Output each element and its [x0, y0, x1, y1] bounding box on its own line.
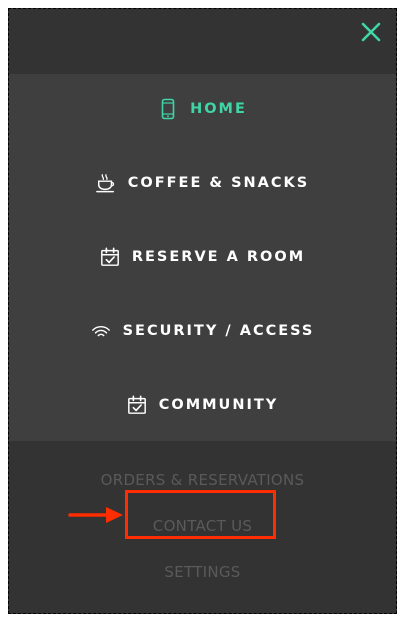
calendar-check-icon — [100, 246, 120, 268]
menu-item-community[interactable]: COMMUNITY — [9, 385, 396, 425]
close-button[interactable] — [360, 21, 382, 43]
orders-reservations-link[interactable]: ORDERS & RESERVATIONS — [9, 471, 396, 489]
menu-item-reserve-room[interactable]: RESERVE A ROOM — [9, 237, 396, 277]
phone-icon — [158, 98, 178, 120]
close-icon — [361, 22, 381, 42]
menu-item-label: COFFEE & SNACKS — [127, 175, 310, 191]
menu-item-home[interactable]: HOME — [9, 89, 396, 129]
menu-item-label: RESERVE A ROOM — [131, 249, 306, 265]
menu-item-coffee-snacks[interactable]: COFFEE & SNACKS — [9, 163, 396, 203]
calendar-check-icon — [127, 394, 147, 416]
menu-item-security-access[interactable]: SECURITY / ACCESS — [9, 311, 396, 351]
menu-item-label: HOME — [190, 101, 247, 117]
secondary-menu: ORDERS & RESERVATIONS CONTACT US SETTING… — [9, 441, 396, 613]
menu-item-label: SECURITY / ACCESS — [122, 323, 315, 339]
right-arrow-icon — [68, 507, 123, 523]
menu-item-label: COMMUNITY — [158, 397, 279, 413]
wifi-icon — [91, 320, 111, 342]
app-frame: HOME COFFEE & SNACKS RESERVE A ROOM SECU… — [8, 8, 397, 614]
coffee-cup-icon — [95, 172, 116, 194]
top-bar — [9, 9, 396, 74]
main-menu: HOME COFFEE & SNACKS RESERVE A ROOM SECU… — [9, 74, 396, 441]
settings-link[interactable]: SETTINGS — [9, 563, 396, 581]
